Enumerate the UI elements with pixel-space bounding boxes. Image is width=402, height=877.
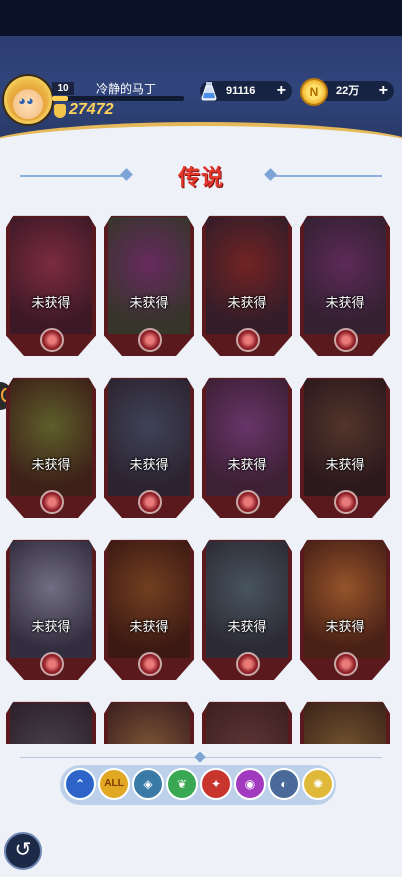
section-title-text: 传说: [177, 165, 224, 190]
faction-emblem-icon: [40, 490, 64, 514]
faction-emblem-icon: [236, 328, 260, 352]
hero-card[interactable]: [104, 701, 194, 744]
hero-card[interactable]: [300, 701, 390, 744]
hero-portrait: [108, 379, 190, 496]
section-title: 传说: [0, 160, 402, 190]
hero-portrait: [10, 217, 92, 334]
filter-collapse-button[interactable]: ⌃: [64, 768, 96, 800]
xp-fill: [52, 96, 68, 101]
faction-emblem-icon: [138, 652, 162, 676]
hero-card[interactable]: 未获得: [202, 377, 292, 518]
not-obtained-label: 未获得: [31, 295, 71, 310]
hero-card[interactable]: 未获得: [104, 215, 194, 356]
faction-emblem-icon: [334, 652, 358, 676]
hero-card[interactable]: 未获得: [300, 215, 390, 356]
hero-card[interactable]: 未获得: [6, 377, 96, 518]
not-obtained-label: 未获得: [325, 619, 365, 634]
hero-card[interactable]: 未获得: [202, 539, 292, 680]
hero-portrait: [304, 703, 386, 744]
hero-portrait: [206, 379, 288, 496]
hero-grid: 未获得 未获得 未获得 未获得 未获得 未获得 未获得 未获得 未获得 未获得 未获得 未获得: [0, 198, 402, 744]
divider-diamond: [194, 751, 206, 763]
player-avatar[interactable]: ◕◕: [4, 76, 52, 124]
not-obtained-label: 未获得: [31, 457, 71, 472]
hero-card[interactable]: 未获得: [104, 377, 194, 518]
hero-portrait: [206, 541, 288, 658]
hero-card[interactable]: 未获得: [202, 215, 292, 356]
not-obtained-label: 未获得: [227, 619, 267, 634]
add-coin-button[interactable]: +: [379, 81, 388, 101]
hero-portrait: [10, 541, 92, 658]
faction-emblem-icon: [334, 328, 358, 352]
filter-all-button[interactable]: ALL: [98, 768, 130, 800]
not-obtained-label: 未获得: [129, 457, 169, 472]
status-bar: [0, 0, 402, 36]
not-obtained-label: 未获得: [227, 457, 267, 472]
not-obtained-label: 未获得: [129, 619, 169, 634]
hero-card[interactable]: 未获得: [6, 215, 96, 356]
faction-emblem-icon: [236, 652, 260, 676]
player-level: 10: [52, 82, 74, 95]
not-obtained-label: 未获得: [325, 457, 365, 472]
hero-portrait: [108, 703, 190, 744]
hero-card[interactable]: 未获得: [104, 539, 194, 680]
filter-fire-button[interactable]: ✦: [200, 768, 232, 800]
potion-value: 91116: [226, 85, 256, 97]
hero-portrait: [304, 541, 386, 658]
back-button[interactable]: ↺: [4, 832, 42, 870]
filter-steel-button[interactable]: ◈: [132, 768, 164, 800]
not-obtained-label: 未获得: [129, 295, 169, 310]
hero-portrait: [206, 217, 288, 334]
hero-card[interactable]: 未获得: [300, 377, 390, 518]
add-potion-button[interactable]: +: [277, 81, 286, 101]
faction-emblem-icon: [236, 490, 260, 514]
hero-card[interactable]: 未获得: [6, 539, 96, 680]
faction-emblem-icon: [334, 490, 358, 514]
hero-card[interactable]: [202, 701, 292, 744]
filter-nature-button[interactable]: ❦: [166, 768, 198, 800]
faction-emblem-icon: [40, 652, 64, 676]
hero-portrait: [10, 379, 92, 496]
hero-portrait: [108, 541, 190, 658]
combat-power: 27472: [69, 101, 114, 118]
faction-emblem-icon: [138, 328, 162, 352]
not-obtained-label: 未获得: [227, 295, 267, 310]
coin-value: 22万: [336, 85, 360, 97]
potion-icon: [201, 82, 217, 101]
shield-icon: [54, 104, 66, 118]
hero-portrait: [10, 703, 92, 744]
filter-light-button[interactable]: ✺: [302, 768, 334, 800]
hero-portrait: [304, 379, 386, 496]
faction-emblem-icon: [138, 490, 162, 514]
hero-card[interactable]: [6, 701, 96, 744]
filter-arcane-button[interactable]: ◉: [234, 768, 266, 800]
hero-portrait: [304, 217, 386, 334]
hero-portrait: [108, 217, 190, 334]
faction-emblem-icon: [40, 328, 64, 352]
hero-portrait: [206, 703, 288, 744]
filter-dark-button[interactable]: ◐: [268, 768, 300, 800]
coin-icon: N: [300, 78, 328, 106]
not-obtained-label: 未获得: [325, 295, 365, 310]
hero-card[interactable]: 未获得: [300, 539, 390, 680]
not-obtained-label: 未获得: [31, 619, 71, 634]
player-name: 冷静的马丁: [96, 82, 157, 96]
